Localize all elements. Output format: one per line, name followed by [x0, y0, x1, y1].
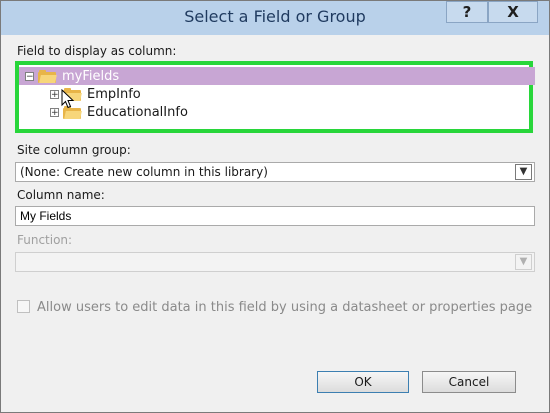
ok-button[interactable]: OK — [317, 371, 409, 393]
close-button[interactable]: X — [488, 1, 538, 23]
collapse-icon[interactable]: − — [25, 71, 34, 81]
expand-icon[interactable]: + — [50, 89, 59, 99]
help-button[interactable]: ? — [446, 1, 488, 23]
expand-icon[interactable]: + — [50, 107, 59, 117]
tree-item-myfields[interactable]: − myFields — [19, 67, 535, 85]
tree-item-label: EmpInfo — [87, 86, 141, 102]
function-select: ▼ — [15, 252, 535, 272]
site-column-group-select[interactable]: (None: Create new column in this library… — [15, 162, 535, 182]
chevron-down-icon: ▼ — [515, 254, 532, 270]
cancel-button[interactable]: Cancel — [422, 371, 516, 393]
tree-item-empinfo[interactable]: + EmpInfo — [19, 85, 141, 103]
site-column-group-label: Site column group: — [17, 143, 131, 157]
site-column-group-value: (None: Create new column in this library… — [20, 165, 268, 179]
tree-label: Field to display as column: — [17, 44, 177, 58]
tree-item-label: myFields — [62, 68, 120, 84]
mouse-cursor-icon — [61, 89, 75, 109]
title-bar: Select a Field or Group ? X — [1, 1, 549, 35]
tree-item-label: EducationalInfo — [87, 104, 188, 120]
field-tree[interactable]: − myFields + EmpInfo + EducationalInfo — [15, 61, 535, 133]
folder-open-icon — [38, 69, 57, 83]
chevron-down-icon[interactable]: ▼ — [515, 164, 532, 180]
column-name-label: Column name: — [17, 188, 105, 202]
tree-item-educationalinfo[interactable]: + EducationalInfo — [19, 103, 188, 121]
column-name-input[interactable] — [15, 206, 535, 226]
select-field-dialog: Select a Field or Group ? X Field to dis… — [0, 0, 550, 413]
allow-edit-label: Allow users to edit data in this field b… — [37, 300, 533, 315]
function-label: Function: — [17, 233, 73, 247]
allow-edit-checkbox — [17, 300, 30, 313]
